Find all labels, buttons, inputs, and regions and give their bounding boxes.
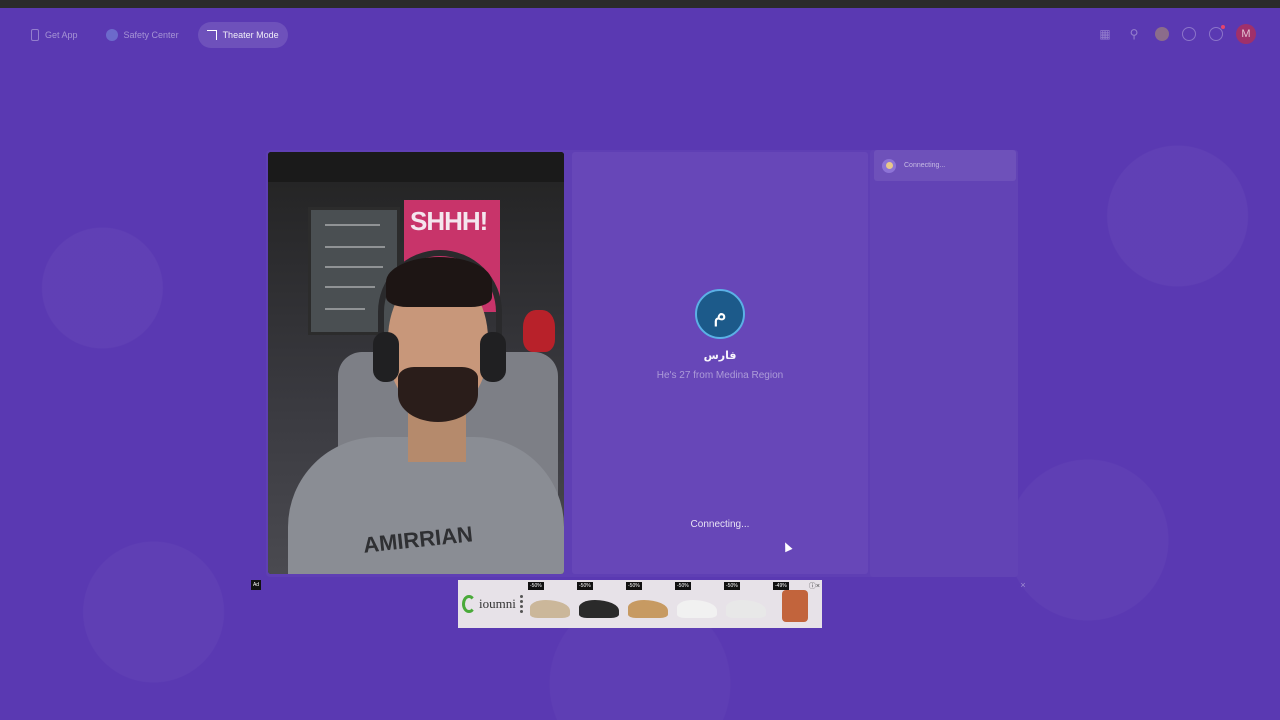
settings-icon[interactable]: [1209, 25, 1225, 41]
chat-status-text: Connecting...: [904, 162, 946, 169]
product-image: [782, 590, 808, 622]
ad-banner[interactable]: ioumni -50% -50% -50% -50% -50% -49% ⓘ×: [458, 580, 822, 628]
chat-panel: Connecting...: [870, 150, 1018, 577]
ad-products: -50% -50% -50% -50% -50% -49%: [527, 582, 818, 626]
get-app-button[interactable]: Get App: [22, 22, 87, 48]
discount-badge: -50%: [577, 582, 593, 590]
ad-product[interactable]: -50%: [723, 582, 769, 626]
top-right-toolbar: ▦ ⚲ M: [1097, 24, 1256, 44]
discount-badge: -50%: [675, 582, 691, 590]
ad-product[interactable]: -50%: [625, 582, 671, 626]
browser-strip: [0, 0, 1280, 8]
product-image: [530, 600, 570, 618]
partner-name: فارس: [703, 349, 737, 362]
partner-pane: م فارس He's 27 from Medina Region Connec…: [572, 152, 868, 574]
product-image: [726, 600, 766, 618]
notification-dot: [1221, 25, 1225, 29]
get-app-label: Get App: [45, 30, 78, 40]
safety-center-button[interactable]: Safety Center: [97, 22, 188, 48]
shield-icon: [105, 29, 118, 41]
ad-dots: [520, 595, 525, 613]
product-image: [628, 600, 668, 618]
adchoices-icon[interactable]: ⓘ×: [809, 581, 820, 591]
discount-badge: -50%: [724, 582, 740, 590]
poster-text: SHHH!: [410, 206, 488, 236]
ad-product[interactable]: -50%: [576, 582, 622, 626]
ad-product[interactable]: -50%: [674, 582, 720, 626]
theater-mode-button[interactable]: Theater Mode: [197, 22, 288, 48]
discount-badge: -50%: [528, 582, 544, 590]
close-ad-icon[interactable]: ×: [1018, 580, 1028, 590]
safety-center-label: Safety Center: [123, 30, 179, 40]
ad-label: Ad: [251, 580, 261, 590]
discount-badge: -50%: [626, 582, 642, 590]
figurine: [523, 310, 555, 352]
top-nav: Get App Safety Center Theater Mode: [22, 22, 288, 48]
ad-brand: ioumni: [462, 595, 520, 613]
chat-avatar-icon: [882, 158, 896, 173]
brand-logo-icon: [462, 595, 476, 613]
phone-icon: [31, 29, 39, 41]
connecting-status: Connecting...: [690, 519, 750, 530]
shop-icon[interactable]: ▦: [1097, 26, 1113, 42]
expand-icon: [206, 30, 217, 40]
user-avatar[interactable]: M: [1236, 24, 1256, 44]
theater-mode-label: Theater Mode: [222, 30, 279, 40]
ad-brand-name: ioumni: [479, 596, 516, 611]
search-icon[interactable]: ⚲: [1126, 26, 1142, 42]
partner-avatar: م: [695, 289, 745, 339]
chat-status-bar: Connecting...: [874, 150, 1016, 181]
ad-product[interactable]: -50%: [527, 582, 573, 626]
partner-info: He's 27 from Medina Region: [656, 370, 784, 381]
coin-icon[interactable]: [1155, 27, 1169, 41]
self-video: SHHH! AMIRRIAN: [268, 152, 564, 574]
chat-stage: SHHH! AMIRRIAN م فارس He's 27 from Medin…: [266, 150, 1018, 577]
product-image: [677, 600, 717, 618]
history-icon[interactable]: [1182, 27, 1196, 41]
product-image: [579, 600, 619, 618]
discount-badge: -49%: [773, 582, 789, 590]
